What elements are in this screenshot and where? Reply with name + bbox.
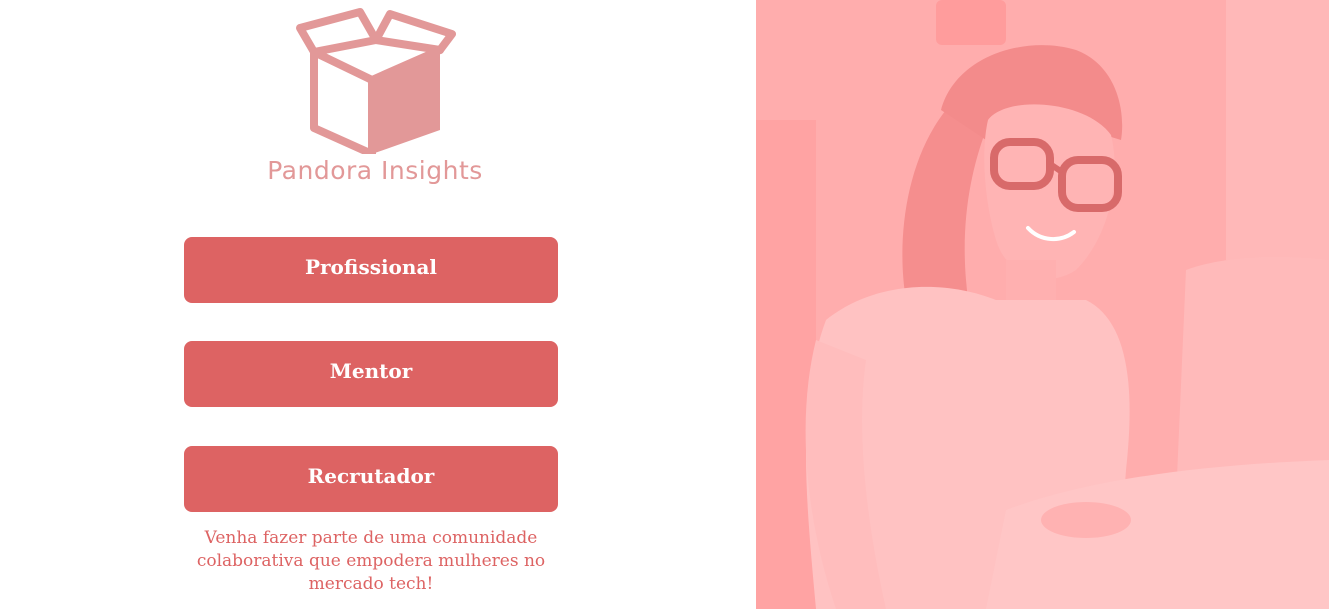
hero-image [756, 0, 1329, 609]
mentor-button[interactable]: Mentor [184, 341, 558, 407]
woman-at-laptop-illustration [756, 0, 1329, 609]
brand-name: Pandora Insights [267, 156, 483, 185]
open-box-icon [290, 4, 462, 158]
recruiter-button[interactable]: Recrutador [184, 446, 558, 512]
professional-button[interactable]: Profissional [184, 237, 558, 303]
tagline: Venha fazer parte de uma comunidade cola… [196, 528, 546, 594]
left-panel: Pandora Insights Profissional Mentor Rec… [0, 0, 756, 609]
